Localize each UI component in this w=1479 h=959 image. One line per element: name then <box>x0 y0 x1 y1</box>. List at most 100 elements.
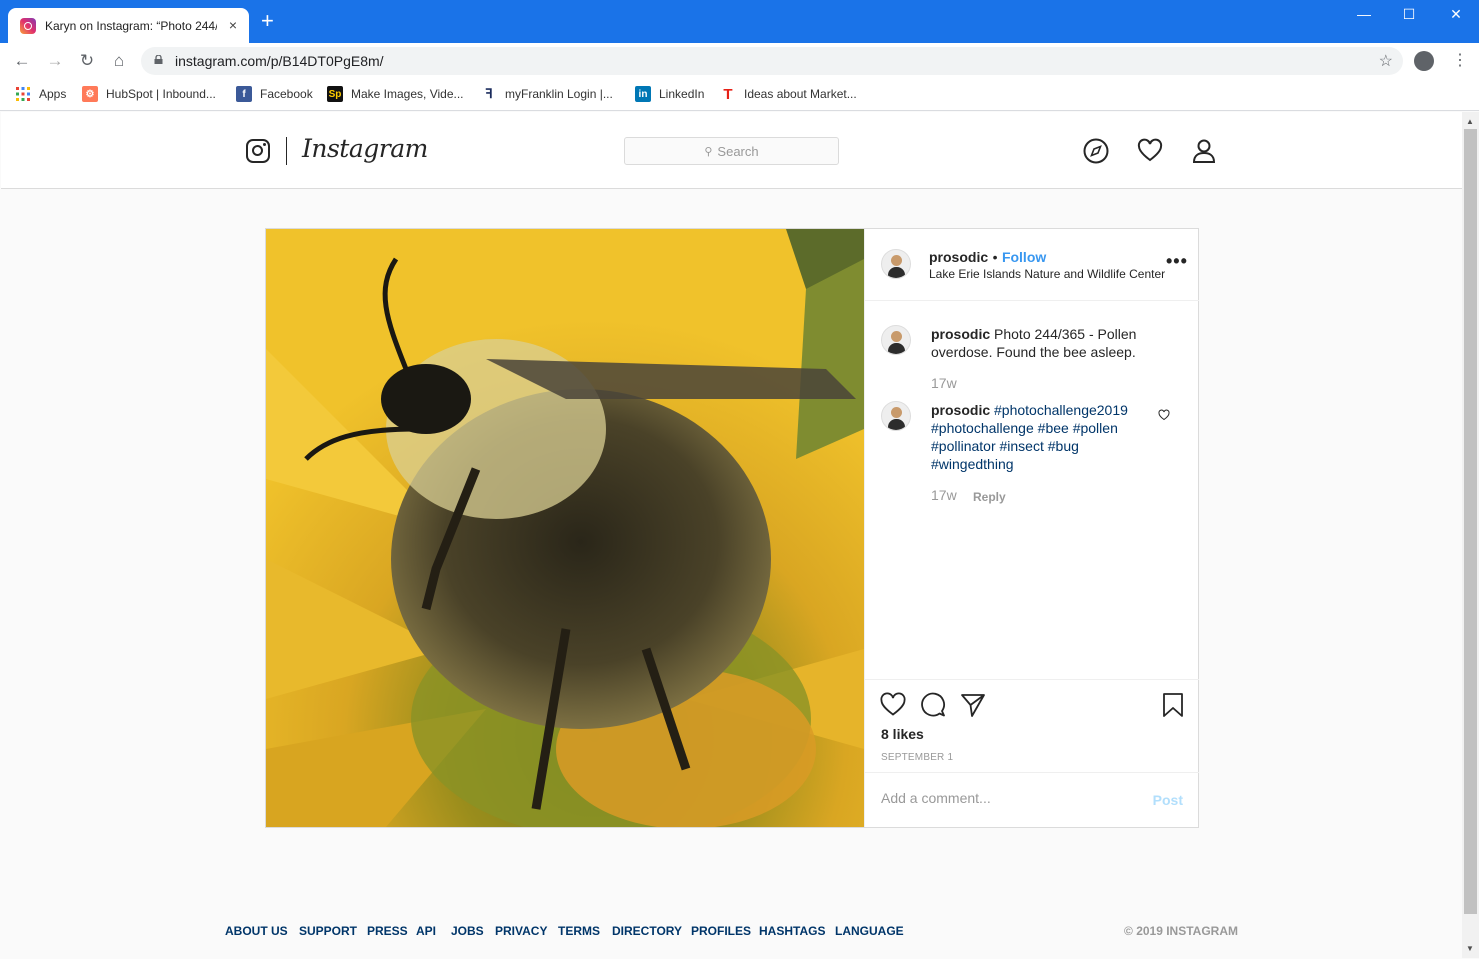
like-heart-icon[interactable] <box>880 692 906 718</box>
hashtag-link[interactable]: #photochallenge2019 <box>994 402 1128 418</box>
footer-link-jobs[interactable]: JOBS <box>451 924 484 938</box>
post-actions: 8 likes SEPTEMBER 1 <box>865 679 1199 772</box>
comment-body: prosodic #photochallenge2019 #photochall… <box>931 401 1141 473</box>
profile-user-icon[interactable] <box>1191 138 1217 164</box>
comment-timestamp[interactable]: 17w <box>931 487 957 503</box>
tab-close-icon[interactable]: × <box>229 17 237 33</box>
post-date[interactable]: SEPTEMBER 1 <box>881 752 953 763</box>
instagram-page: Instagram ⚲ Search prosodic • Follow Lak… <box>1 112 1462 958</box>
bookmark-label: Apps <box>39 87 67 101</box>
linkedin-icon: in <box>635 86 651 102</box>
caption-username[interactable]: prosodic <box>931 326 990 342</box>
bookmark-ideas[interactable]: T Ideas about Market... <box>720 86 857 103</box>
url-text: instagram.com/p/B14DT0PgE8m/ <box>175 53 384 69</box>
bookmark-spark[interactable]: Sp Make Images, Vide... <box>327 86 464 102</box>
franklin-icon: ꟻ <box>481 86 497 102</box>
footer-link-directory[interactable]: DIRECTORY <box>612 924 682 938</box>
caption-timestamp[interactable]: 17w <box>931 375 957 391</box>
new-tab-button[interactable]: + <box>261 10 274 32</box>
reply-button[interactable]: Reply <box>973 490 1006 504</box>
caption-avatar[interactable] <box>881 325 911 355</box>
hashtag-link[interactable]: #insect <box>1000 438 1044 454</box>
profile-avatar-icon[interactable] <box>1414 51 1434 71</box>
bookmark-apps[interactable]: Apps <box>15 86 66 102</box>
footer-link-terms[interactable]: TERMS <box>558 924 600 938</box>
hashtag-link[interactable]: #bug <box>1048 438 1079 454</box>
footer-link-hashtags[interactable]: HASHTAGS <box>759 924 825 938</box>
footer-link-privacy[interactable]: PRIVACY <box>495 924 547 938</box>
post-location[interactable]: Lake Erie Islands Nature and Wildlife Ce… <box>929 267 1165 281</box>
post-comment-button[interactable]: Post <box>1153 792 1183 808</box>
browser-tab[interactable]: Karyn on Instagram: “Photo 244/ × <box>8 8 249 43</box>
more-options-icon[interactable]: ••• <box>1166 251 1188 272</box>
bookmark-myfranklin[interactable]: ꟻ myFranklin Login |... <box>481 86 613 102</box>
forward-arrow-icon[interactable]: → <box>45 51 65 71</box>
hashtag-link[interactable]: #photochallenge <box>931 420 1034 436</box>
footer-link-about-us[interactable]: ABOUT US <box>225 924 288 938</box>
bookmark-star-icon[interactable]: ☆ <box>1379 51 1393 71</box>
footer-link-press[interactable]: PRESS <box>367 924 408 938</box>
hashtag-link[interactable]: #wingedthing <box>931 456 1014 472</box>
browser-titlebar: Karyn on Instagram: “Photo 244/ × + — ☐ … <box>0 0 1479 43</box>
activity-heart-icon[interactable] <box>1137 138 1163 164</box>
t-icon: T <box>720 86 736 103</box>
explore-compass-icon[interactable] <box>1083 138 1109 164</box>
lock-icon <box>154 55 163 64</box>
footer-link-support[interactable]: SUPPORT <box>299 924 357 938</box>
hashtag-link[interactable]: #bee <box>1038 420 1069 436</box>
comment-avatar[interactable] <box>881 401 911 431</box>
address-bar[interactable]: instagram.com/p/B14DT0PgE8m/ ☆ <box>141 47 1403 75</box>
post-header: prosodic • Follow Lake Erie Islands Natu… <box>865 229 1199 301</box>
bookmark-label: myFranklin Login |... <box>505 87 613 101</box>
scrollbar-thumb[interactable] <box>1464 129 1477 914</box>
comment-like-heart-icon[interactable] <box>1158 409 1170 421</box>
follow-button[interactable]: Follow <box>1002 249 1046 265</box>
apps-grid-icon <box>16 87 30 101</box>
footer-link-profiles[interactable]: PROFILES <box>691 924 751 938</box>
share-paper-plane-icon[interactable] <box>960 692 986 718</box>
bookmark-label: HubSpot | Inbound... <box>106 87 216 101</box>
search-icon: ⚲ <box>704 145 713 158</box>
footer-link-api[interactable]: API <box>416 924 436 938</box>
likes-count[interactable]: 8 likes <box>881 726 924 742</box>
instagram-navbar: Instagram ⚲ Search <box>1 112 1462 189</box>
bookmark-linkedin[interactable]: in LinkedIn <box>635 86 704 102</box>
scroll-up-icon[interactable]: ▲ <box>1466 117 1474 126</box>
separator-dot: • <box>992 249 998 265</box>
back-arrow-icon[interactable]: ← <box>12 51 32 71</box>
browser-menu-icon[interactable]: ⋮ <box>1452 50 1468 70</box>
post-sidebar: prosodic • Follow Lake Erie Islands Natu… <box>864 229 1199 827</box>
window-close-icon[interactable]: ✕ <box>1441 6 1471 23</box>
author-avatar[interactable] <box>881 249 911 279</box>
comment-bubble-icon[interactable] <box>920 692 946 718</box>
bookmark-hubspot[interactable]: ⚙ HubSpot | Inbound... <box>82 86 216 102</box>
hashtag-link[interactable]: #pollinator <box>931 438 996 454</box>
copyright-text: © 2019 INSTAGRAM <box>1124 924 1238 938</box>
bookmark-label: Make Images, Vide... <box>351 87 464 101</box>
facebook-icon: f <box>236 86 252 102</box>
instagram-camera-icon[interactable] <box>246 139 270 163</box>
logo-divider <box>286 137 287 165</box>
maximize-icon[interactable]: ☐ <box>1394 6 1424 23</box>
home-icon[interactable]: ⌂ <box>109 51 129 71</box>
post-photo[interactable] <box>266 229 864 827</box>
save-bookmark-icon[interactable] <box>1160 692 1186 718</box>
comment-username[interactable]: prosodic <box>931 402 990 418</box>
instagram-favicon-icon <box>20 17 36 34</box>
search-input[interactable]: ⚲ Search <box>624 137 839 165</box>
bookmark-label: LinkedIn <box>659 87 705 101</box>
page-scrollbar[interactable]: ▲ ▼ <box>1462 112 1479 958</box>
bookmark-label: Facebook <box>260 87 313 101</box>
scroll-down-icon[interactable]: ▼ <box>1466 944 1474 953</box>
comment-input[interactable] <box>881 790 1131 806</box>
author-line: prosodic • Follow <box>929 249 1046 267</box>
bookmark-facebook[interactable]: f Facebook <box>236 86 313 102</box>
reload-icon[interactable]: ↻ <box>77 51 97 71</box>
post-caption: prosodic Photo 244/365 - Pollen overdose… <box>931 325 1141 361</box>
footer-link-language[interactable]: LANGUAGE <box>835 924 904 938</box>
add-comment-bar: Post <box>865 772 1199 827</box>
minimize-icon[interactable]: — <box>1349 6 1379 22</box>
author-username[interactable]: prosodic <box>929 249 988 265</box>
hashtag-link[interactable]: #pollen <box>1073 420 1118 436</box>
instagram-wordmark[interactable]: Instagram <box>302 134 428 163</box>
